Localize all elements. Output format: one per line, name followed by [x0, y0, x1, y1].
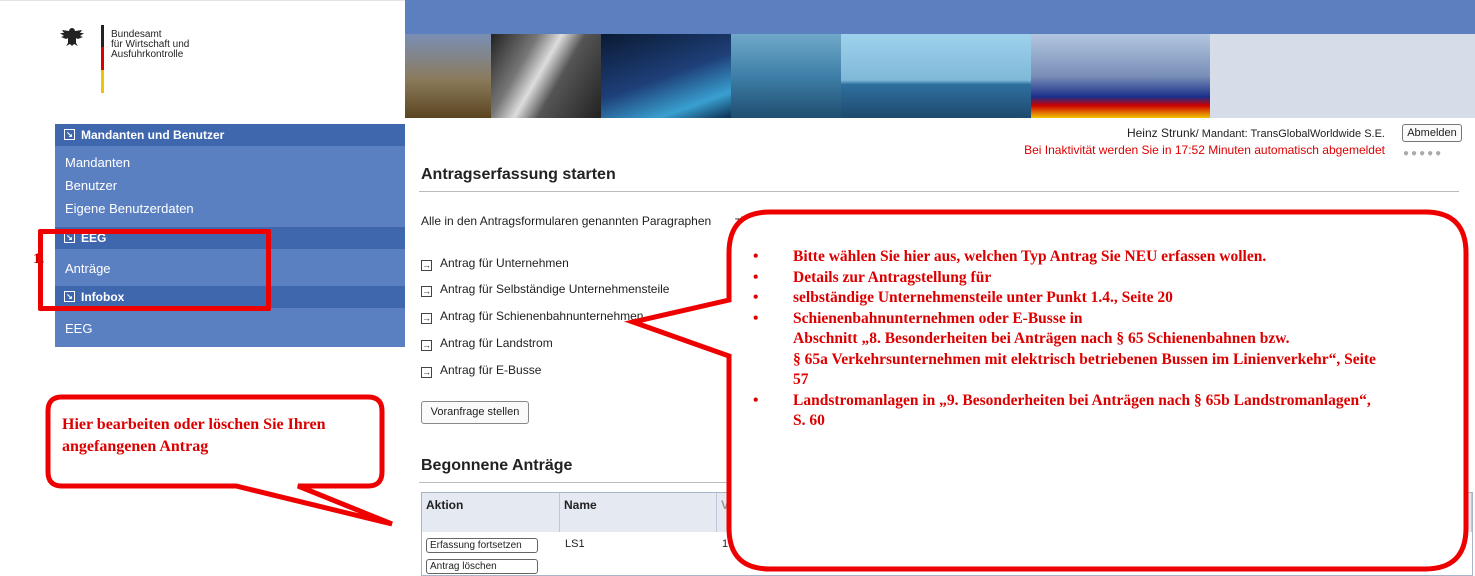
banner-image-houses [405, 34, 491, 118]
column-header-bevollmaechtigter: Bevollmächtigter [1208, 493, 1318, 532]
inactivity-notice: Bei Inaktivität werden Sie in 17:52 Minu… [1024, 143, 1385, 157]
column-header-aktion: Aktion [422, 493, 560, 532]
cell-typ: Landstrom [900, 538, 952, 550]
page-title: Antragserfassung starten [421, 166, 616, 183]
divider [419, 191, 1459, 192]
antrag-link-selbstaendige[interactable]: → Antrag für Selbständige Unternehmenstei… [421, 282, 669, 297]
callout-line: Abschnitt „8. Besonderheiten bei Anträge… [793, 330, 1290, 347]
erfassung-fortsetzen-button[interactable]: Erfassung fortsetzen [426, 538, 538, 553]
voranfrage-button[interactable]: Voranfrage stellen [421, 401, 529, 424]
banner-image-steel [491, 34, 601, 118]
antrag-loeschen-button[interactable]: Antrag löschen [426, 559, 538, 574]
sidebar-item-eeg-infobox[interactable]: EEG [65, 321, 92, 336]
callout-bullet: Landstromanlagen in „9. Besonderheiten b… [737, 391, 1377, 432]
column-header-ansprechpartner: Int. Ansprechpartner [1045, 493, 1208, 532]
highlight-box [38, 229, 271, 311]
callout-line: § 65a Verkehrsunternehmen mit elektrisch… [793, 350, 1376, 389]
column-header-typ: Typ [895, 493, 1045, 532]
flag-bar [101, 25, 104, 93]
header-banner [405, 0, 1475, 118]
edit-icon[interactable]: ✎ [1295, 536, 1305, 550]
banner-image-building [731, 34, 841, 118]
link-icon: → [421, 286, 432, 297]
sidebar-section-body: EEG [55, 308, 405, 347]
header-logo-area: Bundesamt für Wirtschaft und Ausfuhrkont… [0, 0, 405, 118]
banner-image-flags [1031, 34, 1211, 118]
sidebar-item-eigene-benutzerdaten[interactable]: Eigene Benutzerdaten [65, 201, 194, 216]
sidebar-section-title: Mandanten und Benutzer [81, 128, 225, 142]
antraege-table: Aktion Name Vorgangsnr. Zeitraum Typ Int… [421, 492, 1473, 576]
column-header-letzte-aenderung: letzte Änderung [1318, 493, 1380, 532]
column-header-name: Name [560, 493, 717, 532]
user-info: Heinz Strunk/ Mandant: TransGlobalWorldw… [1000, 126, 1385, 140]
callout-left-text: Hier bearbeiten oder löschen Sie Ihren a… [62, 416, 326, 455]
cell-name: LS1 [565, 538, 585, 550]
logout-button[interactable]: Abmelden [1402, 124, 1462, 142]
paragraph-note-left: Alle in den Antragsformularen genannten … [421, 214, 712, 228]
link-icon: → [421, 340, 432, 351]
cell-vorgangsnr: 193011 [722, 538, 758, 550]
antrag-link-unternehmen[interactable]: → Antrag für Unternehmen [421, 256, 569, 271]
sidebar-section-mandanten[interactable]: ↘ Mandanten und Benutzer [55, 124, 405, 146]
mandant-text: / Mandant: TransGlobalWorldwide S.E. [1195, 128, 1385, 140]
link-label: Antrag für Landstrom [440, 336, 553, 350]
link-label: Antrag für Selbständige Unternehmensteil… [440, 282, 670, 296]
callout-right-text: Bitte wählen Sie hier aus, welchen Typ A… [737, 247, 1377, 432]
collapse-icon: ↘ [64, 129, 75, 140]
antrag-link-landstrom[interactable]: → Antrag für Landstrom [421, 336, 553, 351]
cell-zeitraum: 2021 [815, 538, 840, 550]
link-icon: → [421, 260, 432, 271]
banner-image-satellite [601, 34, 731, 118]
callout-bullet: Bitte wählen Sie hier aus, welchen Typ A… [737, 247, 1377, 268]
paragraph-note-right: ziehen sich - soweit nicht anders bezeic… [734, 214, 1082, 228]
antrag-link-e-busse[interactable]: → Antrag für E-Busse [421, 363, 541, 378]
logo-text-line-3: Ausfuhrkontrolle [111, 49, 184, 60]
column-header-eingereicht: eingereicht am: [1380, 493, 1472, 532]
cell-letzte-aenderung: 25.02.2021 12:05 Uhr [1323, 538, 1379, 562]
dots-icon: ●●●●● [1403, 148, 1444, 159]
divider [419, 482, 1459, 483]
paragraph-note: Alle in den Antragsformularen genannten … [421, 214, 1081, 228]
antrag-link-schienenbahn[interactable]: → Antrag für Schienenbahnunternehmen [421, 309, 643, 324]
sidebar-item-benutzer[interactable]: Benutzer [65, 178, 117, 193]
link-icon: → [421, 367, 432, 378]
section-title-begonnene: Begonnene Anträge [421, 457, 573, 474]
cell-bevollmaechtigter: Garbo, Greta [1213, 538, 1278, 550]
link-label: Antrag für Unternehmen [440, 256, 569, 270]
cell-eingereicht: nicht eingereicht [1385, 538, 1439, 562]
banner-image-ship [841, 34, 1031, 118]
callout-bullet: selbständige Unternehmensteile unter Pun… [737, 288, 1377, 309]
user-name: Heinz Strunk [1126, 126, 1196, 140]
sidebar-item-mandanten[interactable]: Mandanten [65, 155, 130, 170]
link-icon: → [421, 313, 432, 324]
link-label: Antrag für E-Busse [440, 363, 542, 377]
callout-bullet: Schienenbahnunternehmen oder E-Busse in [737, 309, 1377, 330]
marker-number: 1. [33, 251, 45, 267]
federal-eagle-icon [60, 28, 84, 46]
link-label: Antrag für Schienenbahnunternehmen [440, 309, 644, 323]
cell-ansprechpartner: Strunk, Heinz [1050, 538, 1117, 550]
callout-bullet: Details zur Antragstellung für [737, 268, 1377, 289]
sidebar-section-body: Mandanten Benutzer Eigene Benutzerdaten [55, 146, 405, 227]
column-header-zeitraum: Zeitraum [810, 493, 895, 532]
column-header-vorgangsnr: Vorgangsnr. [717, 493, 810, 532]
